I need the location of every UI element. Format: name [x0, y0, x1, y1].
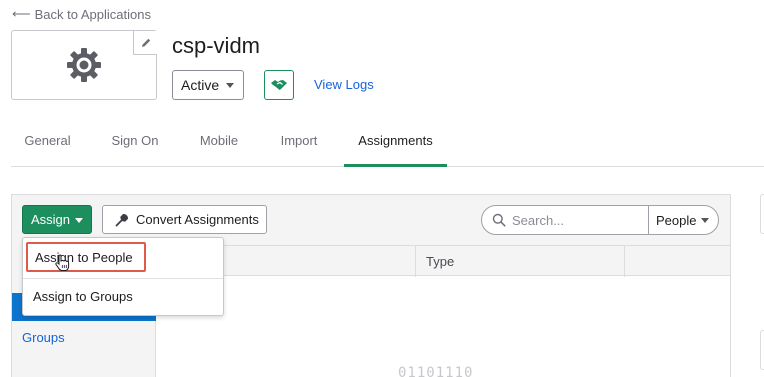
tab-assignments[interactable]: Assignments	[344, 124, 447, 167]
convert-label: Convert Assignments	[136, 212, 259, 227]
gear-icon	[67, 48, 101, 82]
side-panel-edge	[760, 330, 764, 370]
convert-assignments-button[interactable]: Convert Assignments	[102, 205, 267, 234]
hand-pointer-cursor-icon	[55, 254, 70, 271]
wrench-icon	[115, 213, 129, 226]
view-logs-link[interactable]: View Logs	[314, 77, 374, 92]
column-header-type[interactable]: Type	[415, 246, 625, 277]
pencil-icon	[141, 38, 150, 47]
back-to-applications-link[interactable]: ⟵ Back to Applications	[12, 6, 151, 22]
search-icon	[482, 213, 510, 227]
menu-item-assign-to-groups[interactable]: Assign to Groups	[33, 289, 133, 304]
tab-sign-on[interactable]: Sign On	[100, 124, 170, 167]
tab-mobile[interactable]: Mobile	[187, 124, 251, 167]
sidebar-item-groups[interactable]: Groups	[22, 330, 65, 345]
tab-bar: General Sign On Mobile Import Assignment…	[11, 124, 764, 167]
handshake-icon	[271, 80, 287, 90]
chevron-down-icon	[75, 218, 83, 223]
menu-divider	[23, 278, 223, 279]
back-link-label: Back to Applications	[34, 6, 151, 22]
search-filter-value: People	[656, 212, 697, 228]
search-box: People	[481, 205, 719, 235]
assign-button[interactable]: Assign	[22, 205, 92, 234]
status-select[interactable]: Active	[172, 70, 244, 100]
assign-label: Assign	[31, 212, 71, 227]
assignments-table: Type 01101110	[156, 245, 730, 377]
app-title: csp-vidm	[172, 33, 261, 58]
table-header: Type	[156, 245, 730, 277]
assign-dropdown-menu: Assign to People Assign to Groups	[22, 237, 224, 316]
status-value: Active	[181, 77, 220, 93]
arrow-left-icon: ⟵	[12, 6, 31, 21]
provisioning-button[interactable]	[264, 70, 294, 100]
tab-import[interactable]: Import	[269, 124, 329, 167]
search-filter-select[interactable]: People	[648, 206, 719, 234]
chevron-down-icon	[226, 83, 234, 88]
tab-general[interactable]: General	[11, 124, 84, 167]
menu-item-assign-to-people[interactable]: Assign to People	[26, 242, 146, 272]
edit-logo-button[interactable]	[133, 31, 157, 55]
chevron-down-icon	[701, 218, 709, 223]
empty-state-art: 01101110	[398, 365, 474, 377]
side-panel-edge	[760, 194, 764, 234]
search-input[interactable]	[510, 207, 648, 233]
